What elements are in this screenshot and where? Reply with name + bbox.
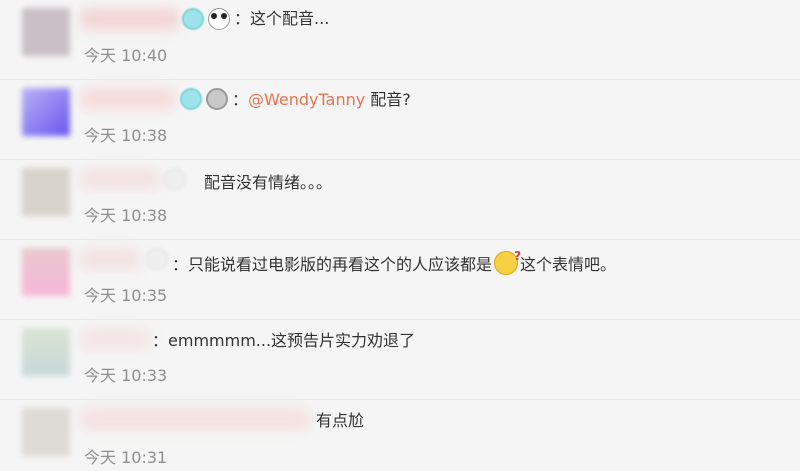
comment-text: 配音没有情绪。。。	[204, 173, 333, 192]
avatar[interactable]	[22, 168, 70, 216]
avatar[interactable]	[22, 248, 70, 296]
comment-item: 配音没有情绪。。。 今天 10:38	[0, 160, 800, 240]
username[interactable]	[80, 8, 180, 30]
mention-link[interactable]: @WendyTanny	[248, 90, 365, 109]
comment-item: 有点尬 今天 10:31	[0, 400, 800, 471]
comment-time: 今天 10:33	[84, 366, 168, 385]
username[interactable]	[80, 168, 160, 190]
avatar[interactable]	[22, 408, 70, 456]
comment-text: ：@WendyTanny 配音?	[232, 90, 411, 109]
user-badge-icon	[164, 168, 186, 190]
comment-item: ：只能说看过电影版的再看这个的人应该都是这个表情吧。 今天 10:35	[0, 240, 800, 320]
medal-badge-icon	[206, 88, 228, 110]
member-badge-icon	[182, 8, 204, 30]
username[interactable]	[80, 328, 150, 350]
comment-time: 今天 10:40	[84, 46, 168, 65]
thinking-face-emoji-icon	[494, 245, 521, 275]
comment-text: ：只能说看过电影版的再看这个的人应该都是这个表情吧。	[172, 245, 616, 276]
username[interactable]	[80, 88, 176, 110]
member-badge-icon	[180, 88, 202, 110]
user-badge-icon	[146, 248, 168, 270]
comment-list: ：这个配音... 今天 10:40 ：@WendyTanny 配音? 今天 10…	[0, 0, 800, 471]
comment-time: 今天 10:38	[84, 206, 168, 225]
avatar[interactable]	[22, 8, 70, 56]
avatar[interactable]	[22, 328, 70, 376]
panda-badge-icon	[208, 8, 230, 30]
username[interactable]	[80, 248, 140, 270]
comment-text: ：这个配音...	[234, 9, 330, 28]
comment-text: ：emmmmm...这预告片实力劝退了	[152, 331, 416, 350]
comment-item: ：这个配音... 今天 10:40	[0, 0, 800, 80]
comment-text: 有点尬	[316, 411, 365, 430]
comment-item: ：emmmmm...这预告片实力劝退了 今天 10:33	[0, 320, 800, 400]
comment-time: 今天 10:38	[84, 126, 168, 145]
comment-item: ：@WendyTanny 配音? 今天 10:38	[0, 80, 800, 160]
comment-time: 今天 10:35	[84, 286, 168, 305]
username[interactable]	[80, 408, 310, 430]
comment-time: 今天 10:31	[84, 448, 168, 467]
avatar[interactable]	[22, 88, 70, 136]
